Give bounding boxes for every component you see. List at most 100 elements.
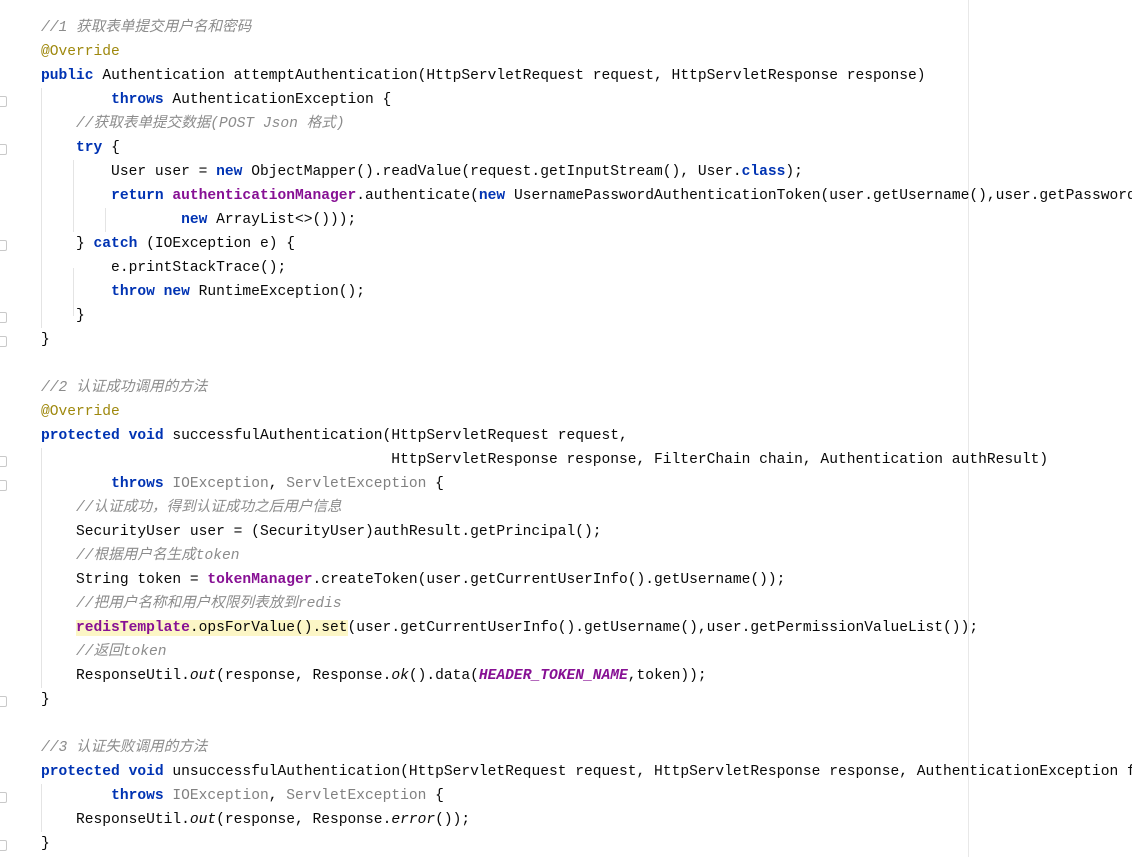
code-line[interactable]: redisTemplate.opsForValue().set(user.get… (41, 616, 978, 640)
code-token: successfulAuthentication(HttpServletRequ… (172, 428, 628, 444)
code-token: @Override (41, 44, 120, 60)
code-token: SecurityUser user = (SecurityUser)authRe… (41, 524, 602, 540)
code-token: RuntimeException(); (198, 284, 366, 300)
code-token: ().data( (408, 668, 479, 684)
code-line[interactable]: } (41, 832, 50, 856)
code-token: new (181, 212, 217, 228)
code-line[interactable]: HttpServletResponse response, FilterChai… (41, 448, 1048, 472)
code-token: throws (111, 476, 173, 492)
code-token: //2 认证成功调用的方法 (41, 380, 208, 396)
code-token: error (391, 812, 436, 828)
right-margin-guide (968, 0, 969, 857)
code-line[interactable]: //1 获取表单提交用户名和密码 (41, 16, 251, 40)
code-token: HEADER_TOKEN_NAME (478, 668, 628, 684)
code-line[interactable]: throws AuthenticationException { (41, 88, 391, 112)
code-line[interactable]: ResponseUtil.out(response, Response.ok()… (41, 664, 707, 688)
code-token: } (41, 692, 50, 708)
editor-gutter[interactable] (0, 0, 8, 857)
code-token: UsernamePasswordAuthenticationToken(user… (513, 188, 1132, 204)
code-token: //获取表单提交数据(POST Json 格式) (76, 116, 345, 132)
code-token: throw new (111, 284, 199, 300)
code-token: User user = (41, 164, 217, 180)
code-token: ResponseUtil. (41, 668, 190, 684)
code-token: ); (785, 164, 803, 180)
code-token: throws (111, 788, 173, 804)
fold-marker-icon[interactable] (0, 456, 7, 467)
code-token: IOException (172, 788, 269, 804)
fold-marker-icon[interactable] (0, 312, 7, 323)
code-line[interactable]: //返回token (41, 640, 167, 664)
fold-marker-icon[interactable] (0, 480, 7, 491)
code-line[interactable]: protected void unsuccessfulAuthenticatio… (41, 760, 1132, 784)
code-token: (response, Response. (216, 812, 392, 828)
code-token: //3 认证失败调用的方法 (41, 740, 208, 756)
code-line[interactable]: SecurityUser user = (SecurityUser)authRe… (41, 520, 602, 544)
fold-marker-icon[interactable] (0, 144, 7, 155)
code-line[interactable]: } (41, 304, 85, 328)
code-line[interactable]: //2 认证成功调用的方法 (41, 376, 207, 400)
code-token: e.printStackTrace(); (41, 260, 287, 276)
code-token: new (478, 188, 514, 204)
code-line[interactable]: ResponseUtil.out(response, Response.erro… (41, 808, 470, 832)
code-token: } (41, 836, 50, 852)
code-line[interactable]: User user = new ObjectMapper().readValue… (41, 160, 803, 184)
code-token: out (189, 668, 217, 684)
code-line[interactable]: String token = tokenManager.createToken(… (41, 568, 785, 592)
code-token: protected void (41, 764, 173, 780)
code-token: ()); (435, 812, 471, 828)
code-line[interactable]: new ArrayList<>())); (41, 208, 356, 232)
code-line[interactable]: } (41, 688, 50, 712)
code-line[interactable]: e.printStackTrace(); (41, 256, 286, 280)
code-line[interactable]: //认证成功，得到认证成功之后用户信息 (41, 496, 342, 520)
code-token: (IOException e) { (146, 236, 295, 252)
code-token: ServletException (286, 788, 427, 804)
code-token: ok (391, 668, 409, 684)
code-line[interactable]: public Authentication attemptAuthenticat… (41, 64, 926, 88)
code-token: @Override (41, 404, 120, 420)
code-token: .authenticate( (356, 188, 479, 204)
code-token: tokenManager (207, 572, 313, 588)
code-line[interactable]: @Override (41, 400, 120, 424)
fold-marker-icon[interactable] (0, 696, 7, 707)
code-line[interactable]: //根据用户名生成token (41, 544, 239, 568)
fold-marker-icon[interactable] (0, 792, 7, 803)
code-token: (response, Response. (216, 668, 392, 684)
fold-marker-icon[interactable] (0, 336, 7, 347)
code-line[interactable]: protected void successfulAuthentication(… (41, 424, 628, 448)
code-line[interactable]: @Override (41, 40, 120, 64)
code-line[interactable]: try { (41, 136, 120, 160)
fold-marker-icon[interactable] (0, 96, 7, 107)
code-token: ,token)); (627, 668, 707, 684)
code-line[interactable]: } catch (IOException e) { (41, 232, 295, 256)
code-line[interactable]: //3 认证失败调用的方法 (41, 736, 207, 760)
code-line[interactable]: throws IOException, ServletException { (41, 472, 444, 496)
fold-marker-icon[interactable] (0, 840, 7, 851)
code-token: .opsForValue().set (189, 620, 348, 636)
code-token: authenticationManager (172, 188, 357, 204)
code-line[interactable]: return authenticationManager.authenticat… (41, 184, 1132, 208)
code-token: new (216, 164, 252, 180)
code-token: ServletException (286, 476, 427, 492)
code-token: (user.getCurrentUserInfo().getUsername()… (347, 620, 979, 636)
code-token: //1 获取表单提交用户名和密码 (41, 20, 252, 36)
code-token: unsuccessfulAuthentication(HttpServletRe… (172, 764, 1132, 780)
code-token: try (76, 140, 112, 156)
code-line[interactable]: } (41, 328, 50, 352)
code-line[interactable]: //把用户名称和用户权限列表放到redis (41, 592, 342, 616)
code-line[interactable]: //获取表单提交数据(POST Json 格式) (41, 112, 345, 136)
code-token: { (426, 788, 444, 804)
code-editor[interactable]: //1 获取表单提交用户名和密码 @Override public Authenti… (0, 0, 1132, 857)
code-line[interactable]: throw new RuntimeException(); (41, 280, 365, 304)
code-token: class (741, 164, 786, 180)
code-line[interactable]: throws IOException, ServletException { (41, 784, 444, 808)
fold-marker-icon[interactable] (0, 240, 7, 251)
